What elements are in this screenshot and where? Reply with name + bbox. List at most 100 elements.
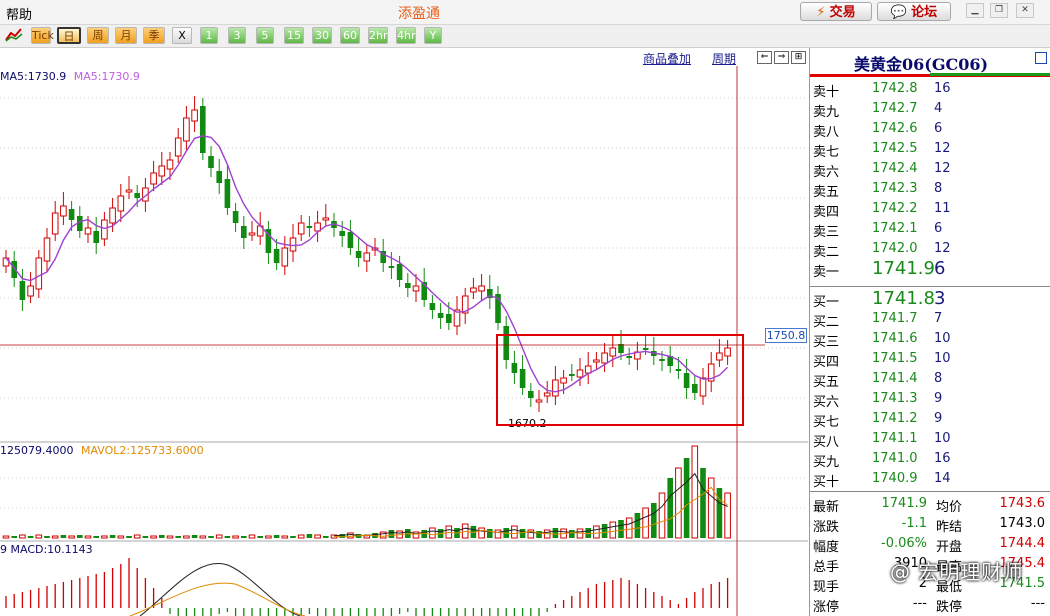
stat-value: -1.1: [901, 516, 927, 531]
ask-row[interactable]: 卖八 1742.6 6: [810, 119, 1050, 140]
close-icon[interactable]: ✕: [1016, 3, 1034, 18]
ask-qty: 12: [934, 241, 951, 256]
trade-button[interactable]: ⚡ 交易: [800, 2, 872, 21]
bid-label: 买四: [813, 355, 840, 370]
highlight-box: [496, 334, 744, 426]
period-button-13[interactable]: 4hr: [396, 27, 416, 44]
bid-row[interactable]: 买八 1741.1 10: [810, 429, 1050, 450]
macd-dea-line: [129, 582, 306, 616]
volume-bar: [478, 527, 485, 539]
ask-row[interactable]: 卖六 1742.4 12: [810, 159, 1050, 180]
zoom-icon[interactable]: ⊞: [791, 51, 806, 64]
candle-body: [429, 303, 436, 310]
period-button-11[interactable]: 60: [340, 27, 360, 44]
bid-label: 买八: [813, 435, 840, 450]
minimize-icon[interactable]: ▁: [966, 3, 984, 18]
kline-chart[interactable]: 商品叠加 周期 ⇐ ⇒ ⊞ MA5:1730.9 MA5:1730.9 1250…: [0, 48, 808, 616]
volume-bar: [101, 535, 108, 539]
volume-bar: [683, 458, 690, 538]
period-toolbar: Tick 日周月季 X 1 3 5 15 30 60 2hr 4hr Y: [0, 25, 1050, 48]
period-button-1[interactable]: 日: [57, 27, 81, 44]
ask-price: 1742.5: [872, 141, 918, 156]
candle-body: [150, 172, 157, 185]
candle-body: [19, 281, 26, 300]
candle-body: [174, 137, 182, 157]
volume-bar: [109, 535, 116, 538]
candle-body: [2, 257, 10, 267]
period-button-3[interactable]: 月: [115, 27, 137, 44]
stat-label: 总手: [813, 560, 840, 575]
forum-button[interactable]: 💬 论坛: [877, 2, 951, 21]
menu-help[interactable]: 帮助: [6, 4, 32, 23]
volume-bar: [27, 536, 34, 538]
ask-row[interactable]: 卖三 1742.1 6: [810, 219, 1050, 240]
bid-row[interactable]: 买一 1741.8 3: [810, 288, 1050, 310]
volume-bar: [241, 536, 247, 538]
bid-row[interactable]: 买六 1741.3 9: [810, 389, 1050, 410]
period-button-0[interactable]: Tick: [31, 27, 54, 44]
period-button-2[interactable]: 周: [87, 27, 109, 44]
candle-body: [134, 193, 140, 198]
period-link[interactable]: 周期: [712, 50, 736, 67]
volume-bar: [519, 529, 526, 538]
ask-label: 卖二: [813, 245, 840, 260]
candle-body: [412, 285, 420, 292]
period-button-14[interactable]: Y: [424, 27, 442, 44]
ask-row[interactable]: 卖一 1741.9 6: [810, 258, 1050, 280]
volume-bar: [84, 535, 92, 539]
candle-body: [388, 266, 395, 268]
volume-bar: [634, 513, 641, 538]
scroll-right-icon[interactable]: ⇒: [774, 51, 789, 64]
ask-row[interactable]: 卖七 1742.5 12: [810, 139, 1050, 160]
period-button-12[interactable]: 2hr: [368, 27, 388, 44]
candle-body: [191, 109, 198, 122]
volume-bar: [601, 524, 608, 538]
overlay-link[interactable]: 商品叠加: [643, 50, 691, 67]
ask-price: 1742.6: [872, 121, 918, 136]
ask-row[interactable]: 卖五 1742.3 8: [810, 179, 1050, 200]
period-button-7[interactable]: 3: [228, 27, 246, 44]
bid-row[interactable]: 买七 1741.2 9: [810, 409, 1050, 430]
bid-row[interactable]: 买三 1741.6 10: [810, 329, 1050, 350]
volume-bar: [421, 530, 427, 538]
volume-bar: [593, 525, 600, 539]
period-button-10[interactable]: 30: [312, 27, 332, 44]
bid-row[interactable]: 买九 1741.0 16: [810, 449, 1050, 470]
bid-row[interactable]: 买四 1741.5 10: [810, 349, 1050, 370]
bid-price: 1741.2: [872, 411, 918, 426]
restore-icon[interactable]: ❐: [990, 3, 1008, 18]
volume-bar: [11, 536, 17, 538]
stat-label: 现手: [813, 580, 840, 595]
ask-row[interactable]: 卖二 1742.0 12: [810, 239, 1050, 260]
volume-bar: [166, 535, 174, 539]
bid-row[interactable]: 买十 1740.9 14: [810, 469, 1050, 490]
scroll-left-icon[interactable]: ⇐: [757, 51, 772, 64]
ask-row[interactable]: 卖十 1742.8 16: [810, 79, 1050, 100]
volume-bar: [281, 535, 289, 539]
period-button-4[interactable]: 季: [143, 27, 165, 44]
bid-qty: 8: [934, 371, 943, 386]
volume-bar: [77, 535, 83, 538]
separator: [810, 491, 1050, 492]
ask-label: 卖六: [813, 165, 840, 180]
bid-qty: 3: [934, 288, 946, 309]
volume-bar: [35, 534, 43, 539]
bid-row[interactable]: 买五 1741.4 8: [810, 369, 1050, 390]
kline-plot[interactable]: [0, 48, 808, 616]
volume-bar: [511, 525, 518, 539]
chart-type-icon[interactable]: [4, 27, 24, 44]
period-button-6[interactable]: 1: [200, 27, 218, 44]
ask-price: 1742.4: [872, 161, 918, 176]
volume-bar: [224, 536, 231, 538]
candle-body: [166, 159, 174, 170]
ask-row[interactable]: 卖九 1742.7 4: [810, 99, 1050, 120]
candle-body: [125, 189, 133, 193]
ask-row[interactable]: 卖四 1742.2 11: [810, 199, 1050, 220]
period-button-9[interactable]: 15: [284, 27, 304, 44]
period-button-8[interactable]: 5: [256, 27, 274, 44]
ask-label: 卖九: [813, 105, 840, 120]
candle-body: [470, 287, 477, 293]
bid-row[interactable]: 买二 1741.7 7: [810, 309, 1050, 330]
period-button-5[interactable]: X: [172, 27, 192, 44]
maximize-icon[interactable]: [1035, 52, 1047, 64]
